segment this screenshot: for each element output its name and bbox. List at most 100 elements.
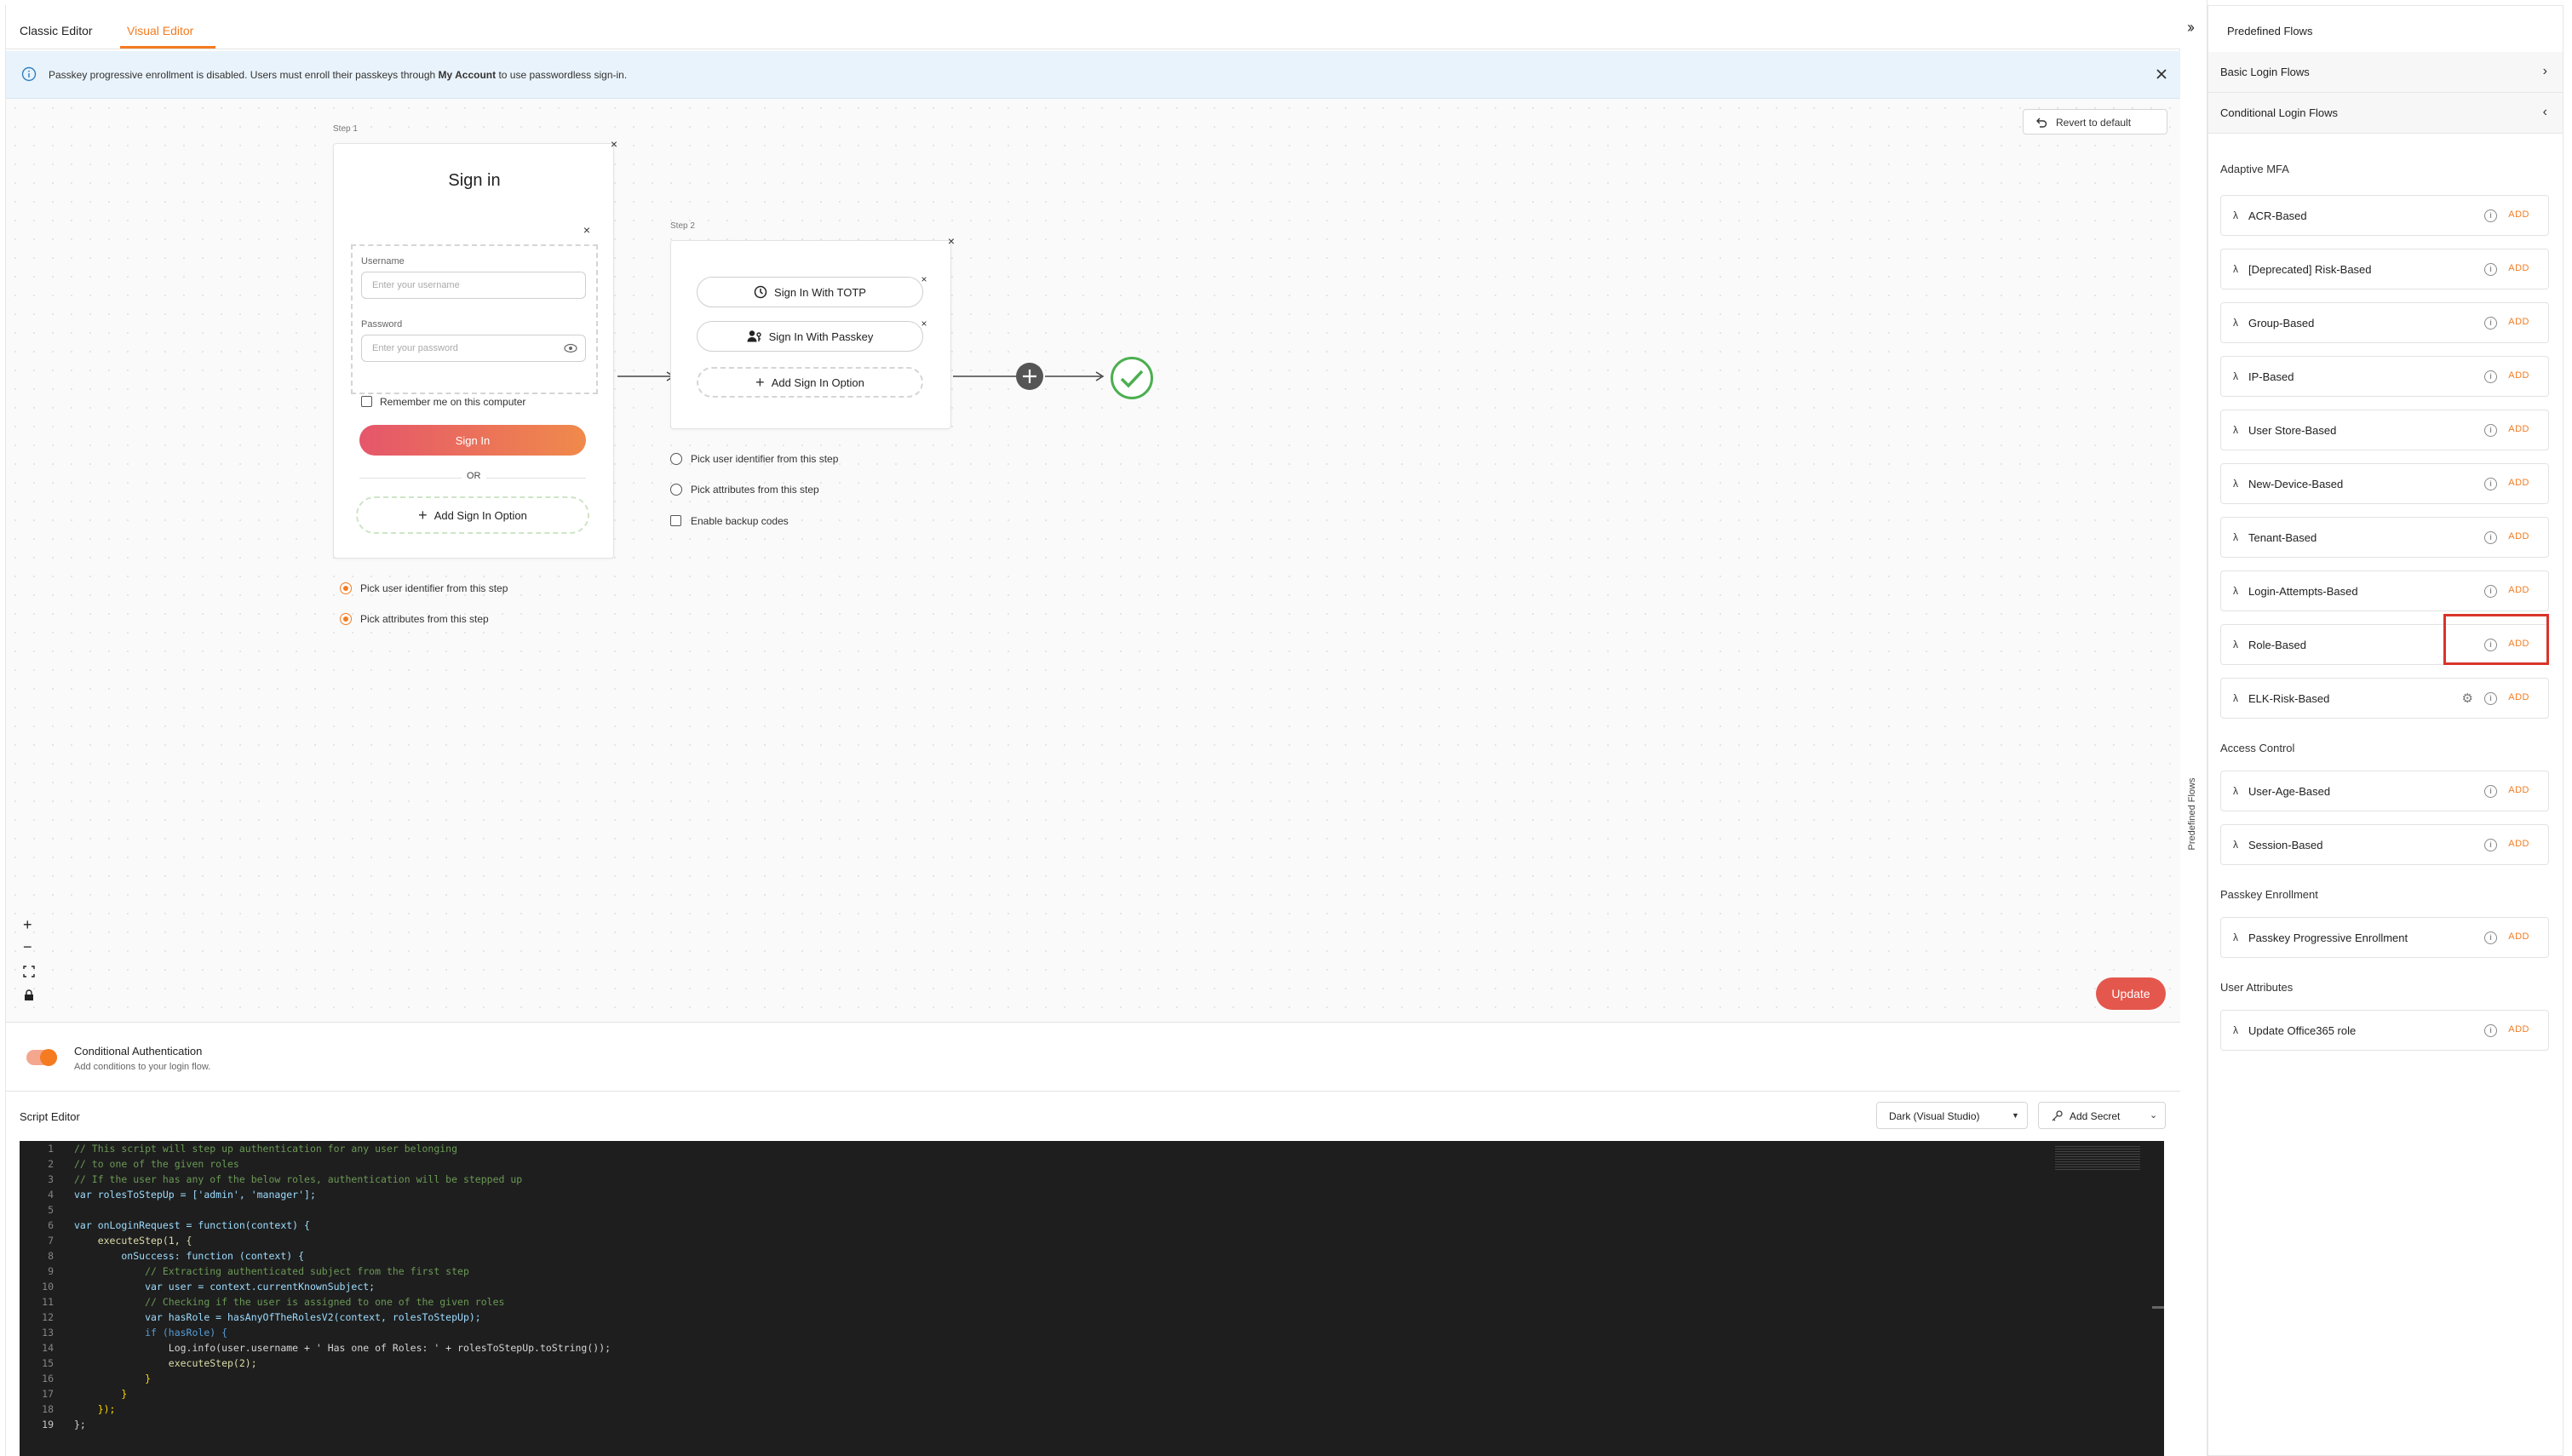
code-line: executeStep(2); [74,1357,257,1369]
flow-item[interactable]: λ Session-Based i ADD [2220,824,2549,865]
info-icon[interactable]: i [2484,785,2497,798]
flow-item[interactable]: λ IP-Based i ADD [2220,356,2549,397]
flow-item[interactable]: λ User Store-Based i ADD [2220,410,2549,450]
flow-item[interactable]: λ Tenant-Based i ADD [2220,517,2549,558]
add-flow-button[interactable]: ADD [2508,585,2529,595]
add-flow-button[interactable]: ADD [2508,931,2529,942]
add-flow-button[interactable]: ADD [2508,785,2529,795]
info-icon[interactable]: i [2484,931,2497,944]
lambda-icon: λ [2233,370,2238,382]
flow-canvas[interactable]: Revert to default Step 1 Sign in Usernam… [6,99,2181,1022]
step-2-add-sign-in-option-button[interactable]: + Add Sign In Option [697,367,923,398]
gear-icon[interactable]: ⚙ [2462,691,2473,706]
theme-select[interactable]: Dark (Visual Studio) ▼ [1876,1102,2028,1129]
code-minimap[interactable] [2055,1146,2140,1172]
flow-item-label: Group-Based [2248,317,2315,330]
add-flow-button[interactable]: ADD [2508,1024,2529,1035]
script-editor-title: Script Editor [20,1110,80,1123]
fit-view-icon[interactable] [23,966,35,977]
add-flow-button[interactable]: ADD [2508,531,2529,542]
add-step-plus-icon[interactable] [1016,363,1043,390]
predefined-flows-toggle-strip[interactable]: ›› Predefined Flows [2180,0,2207,1456]
add-flow-button[interactable]: ADD [2508,263,2529,273]
step-1-close-icon[interactable]: × [608,138,620,150]
flow-item[interactable]: λ [Deprecated] Risk-Based i ADD [2220,249,2549,289]
add-flow-button[interactable]: ADD [2508,424,2529,434]
passkey-option[interactable]: Sign In With Passkey [697,321,923,352]
revert-to-default-button[interactable]: Revert to default [2023,109,2167,135]
add-flow-button[interactable]: ADD [2508,370,2529,381]
flow-item[interactable]: λ Passkey Progressive Enrollment i ADD [2220,917,2549,958]
info-icon[interactable]: i [2484,424,2497,437]
lambda-icon: λ [2233,639,2238,651]
chevron-right-icon: › [2542,64,2547,78]
info-icon[interactable]: i [2484,370,2497,383]
code-line: }); [74,1403,116,1415]
step-1-identifier-radio[interactable] [340,582,352,594]
add-sign-in-option-button[interactable]: + Add Sign In Option [356,496,589,534]
step-1-label: Step 1 [333,124,358,134]
flow-item[interactable]: λ Group-Based i ADD [2220,302,2549,343]
conditional-login-flows-accordion[interactable]: Conditional Login Flows ‹ [2208,93,2563,134]
zoom-in-icon[interactable]: + [23,916,32,934]
step-2-identifier-radio[interactable] [670,453,682,465]
sign-in-button[interactable]: Sign In [359,425,586,456]
tab-classic-editor[interactable]: Classic Editor [20,24,93,37]
identifier-first-block[interactable]: Username Enter your username Password En… [351,244,598,394]
flow-item-label: User-Age-Based [2248,785,2331,798]
code-scrollbar[interactable] [2152,1306,2164,1309]
flow-item[interactable]: λ New-Device-Based i ADD [2220,463,2549,504]
my-account-link[interactable]: My Account [439,69,497,81]
add-flow-button[interactable]: ADD [2508,839,2529,849]
flow-item[interactable]: λ ELK-Risk-Based ⚙ i ADD [2220,678,2549,719]
remove-passkey-close-icon[interactable]: × [918,318,930,330]
highlight-box [2443,614,2549,665]
flow-item[interactable]: λ ACR-Based i ADD [2220,195,2549,236]
update-button[interactable]: Update [2096,977,2166,1010]
flow-item[interactable]: λ Login-Attempts-Based i ADD [2220,570,2549,611]
info-icon[interactable]: i [2484,263,2497,276]
info-icon[interactable]: i [2484,317,2497,330]
info-icon[interactable]: i [2484,478,2497,490]
totp-option[interactable]: Sign In With TOTP [697,277,923,307]
password-input[interactable]: Enter your password [361,335,586,362]
basic-login-flows-accordion[interactable]: Basic Login Flows › [2208,52,2563,93]
add-flow-button[interactable]: ADD [2508,478,2529,488]
backup-codes-checkbox[interactable] [670,515,681,526]
lambda-icon: λ [2233,931,2238,943]
remove-totp-close-icon[interactable]: × [918,273,930,285]
info-icon[interactable]: i [2484,692,2497,705]
double-chevron-right-icon[interactable]: ›› [2187,19,2195,37]
step-1-identifier-label: Pick user identifier from this step [360,582,508,594]
remove-identifier-close-icon[interactable]: × [581,224,593,236]
close-icon[interactable] [2156,68,2167,80]
tab-visual-editor[interactable]: Visual Editor [127,24,193,37]
zoom-out-icon[interactable]: − [23,938,32,956]
step-2-attributes-radio[interactable] [670,484,682,496]
add-secret-button[interactable]: Add Secret ⌄ [2038,1102,2166,1129]
step-1-attributes-radio[interactable] [340,613,352,625]
add-flow-button[interactable]: ADD [2508,317,2529,327]
code-line: // Extracting authenticated subject from… [74,1265,469,1277]
info-icon[interactable]: i [2484,531,2497,544]
code-line: } [74,1388,128,1400]
sign-in-title: Sign in [448,171,501,190]
info-icon[interactable]: i [2484,1024,2497,1037]
section-heading: Access Control [2220,742,2295,754]
code-editor[interactable]: 1// This script will step up authenticat… [20,1141,2164,1456]
conditional-auth-toggle[interactable] [26,1049,57,1066]
success-check-icon [1111,357,1153,399]
step-2-close-icon[interactable]: × [945,235,957,247]
totp-label: Sign In With TOTP [774,285,866,299]
add-flow-button[interactable]: ADD [2508,209,2529,220]
username-input[interactable]: Enter your username [361,272,586,299]
remember-me-checkbox[interactable] [361,396,372,407]
eye-icon[interactable] [564,343,577,353]
add-flow-button[interactable]: ADD [2508,692,2529,702]
info-icon[interactable]: i [2484,839,2497,851]
flow-item[interactable]: λ Update Office365 role i ADD [2220,1010,2549,1051]
info-icon[interactable]: i [2484,209,2497,222]
lock-icon[interactable] [24,989,34,1001]
info-icon[interactable]: i [2484,585,2497,598]
flow-item[interactable]: λ User-Age-Based i ADD [2220,771,2549,811]
